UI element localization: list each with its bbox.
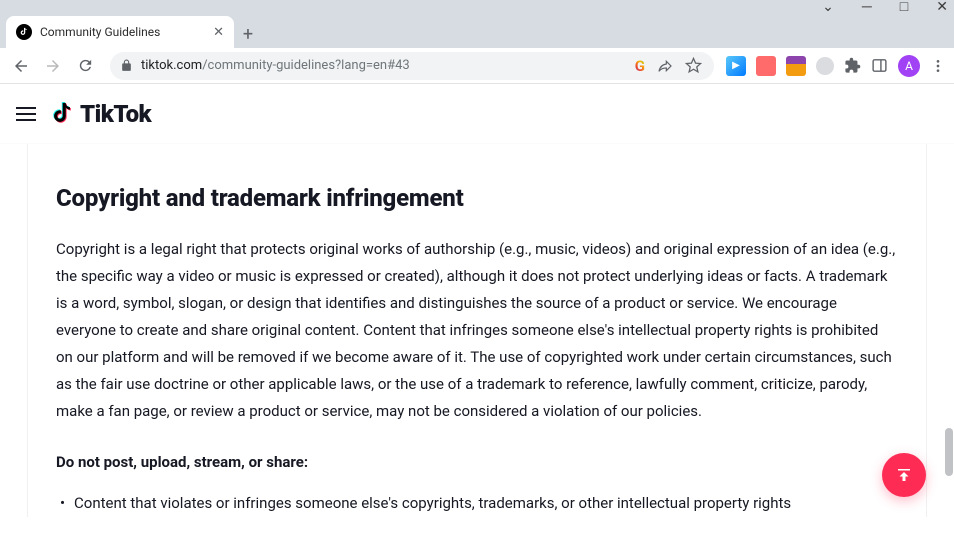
toolbar-extensions: ▶ A [726, 55, 946, 77]
list-item: Content that violates or infringes someo… [74, 491, 898, 517]
browser-toolbar: tiktok.com/community-guidelines?lang=en#… [0, 48, 954, 84]
extension-4-icon[interactable] [816, 57, 834, 75]
window-minimize-button[interactable]: ─ [862, 0, 872, 14]
extension-2-icon[interactable] [756, 56, 776, 76]
content-area: Copyright and trademark infringement Cop… [0, 144, 954, 517]
window-caret-icon[interactable]: ⌄ [822, 0, 834, 14]
tab-title: Community Guidelines [40, 25, 205, 39]
tiktok-favicon-icon [16, 24, 32, 40]
back-button[interactable] [8, 53, 34, 79]
window-maximize-button[interactable]: □ [900, 0, 908, 14]
tiktok-logo[interactable]: TikTok [50, 100, 151, 128]
profile-avatar[interactable]: A [898, 55, 920, 77]
side-panel-icon[interactable] [871, 57, 888, 74]
scrollbar-thumb[interactable] [945, 428, 953, 476]
browser-tab[interactable]: Community Guidelines ✕ [6, 16, 234, 48]
article-heading: Copyright and trademark infringement [56, 184, 898, 212]
article-paragraph: Copyright is a legal right that protects… [56, 236, 898, 425]
bookmark-star-icon[interactable] [685, 57, 702, 74]
kebab-menu-icon[interactable] [930, 58, 946, 74]
tab-close-button[interactable]: ✕ [213, 25, 224, 40]
reload-button[interactable] [72, 53, 98, 79]
scroll-to-top-button[interactable] [882, 453, 926, 497]
google-icon[interactable]: G [635, 57, 645, 75]
extension-3-icon[interactable] [786, 56, 806, 76]
tiktok-wordmark: TikTok [80, 100, 151, 128]
share-icon[interactable] [657, 58, 673, 74]
address-bar[interactable]: tiktok.com/community-guidelines?lang=en#… [110, 52, 714, 80]
new-tab-button[interactable]: + [234, 20, 262, 48]
window-close-button[interactable]: ✕ [936, 0, 948, 14]
extensions-puzzle-icon[interactable] [844, 57, 861, 74]
lock-icon [120, 59, 133, 72]
window-titlebar: ⌄ ─ □ ✕ [0, 0, 954, 14]
hamburger-menu-icon[interactable] [16, 107, 36, 121]
url-text: tiktok.com/community-guidelines?lang=en#… [141, 58, 627, 73]
donot-label: Do not post, upload, stream, or share: [56, 453, 898, 471]
bullet-list: Content that violates or infringes someo… [56, 491, 898, 517]
extension-1-icon[interactable]: ▶ [726, 56, 746, 76]
article: Copyright and trademark infringement Cop… [27, 144, 927, 517]
site-header: TikTok [0, 84, 954, 144]
forward-button[interactable] [40, 53, 66, 79]
browser-tabstrip: Community Guidelines ✕ + [0, 14, 954, 48]
